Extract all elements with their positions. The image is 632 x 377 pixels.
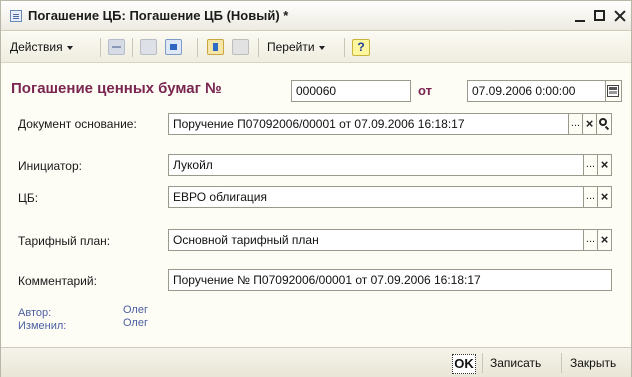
close-window-button[interactable]: [611, 7, 629, 25]
toolbar: Действия Перейти ?: [1, 32, 631, 63]
minimize-button[interactable]: [572, 7, 590, 25]
move-icon[interactable]: [108, 39, 125, 55]
title-bar[interactable]: Погашение ЦБ: Погашение ЦБ (Новый) *: [1, 1, 631, 31]
goto-menu[interactable]: Перейти: [267, 40, 325, 54]
security-field[interactable]: ЕВРО облигация: [168, 186, 584, 208]
document-heading: Погашение ценных бумаг №: [11, 80, 222, 97]
basis-open-button[interactable]: [597, 113, 612, 135]
structure-icon[interactable]: [165, 39, 182, 55]
post-document-icon[interactable]: [207, 39, 224, 55]
button-divider: [561, 353, 562, 373]
form-icon: [10, 10, 22, 22]
chevron-down-icon: [318, 45, 325, 50]
modified-value: Олег: [123, 317, 148, 329]
date-prefix: от: [418, 83, 432, 98]
maximize-button[interactable]: [591, 7, 609, 25]
ok-button[interactable]: OK: [452, 354, 476, 374]
calendar-icon: [607, 85, 619, 97]
author-label: Автор:: [18, 307, 52, 319]
bottom-bar: OK Записать Закрыть: [1, 347, 631, 377]
help-button[interactable]: ?: [352, 39, 370, 56]
number-field[interactable]: 000060: [291, 80, 411, 102]
tariff-label: Тарифный план:: [18, 234, 111, 248]
goto-menu-label: Перейти: [267, 40, 315, 54]
tariff-field[interactable]: Основной тарифный план: [168, 229, 584, 251]
basis-select-button[interactable]: ...: [569, 113, 583, 135]
initiator-clear-button[interactable]: ×: [598, 154, 612, 176]
basis-clear-button[interactable]: ×: [583, 113, 597, 135]
basis-field[interactable]: Поручение П07092006/00001 от 07.09.2006 …: [168, 113, 569, 135]
comment-label: Комментарий:: [18, 274, 97, 288]
save-button[interactable]: Записать: [490, 354, 541, 374]
chevron-down-icon: [66, 45, 73, 50]
tariff-select-button[interactable]: ...: [584, 229, 598, 251]
document-icon[interactable]: [140, 39, 157, 55]
actions-menu-label: Действия: [10, 40, 63, 54]
author-value: Олег: [123, 304, 148, 316]
initiator-select-button[interactable]: ...: [584, 154, 598, 176]
calendar-button[interactable]: [606, 80, 622, 102]
toolbar-divider: [258, 38, 259, 57]
tariff-clear-button[interactable]: ×: [598, 229, 612, 251]
security-clear-button[interactable]: ×: [598, 186, 612, 208]
document-window: Погашение ЦБ: Погашение ЦБ (Новый) * Дей…: [0, 0, 632, 377]
magnifier-icon: [599, 118, 607, 126]
date-field[interactable]: 07.09.2006 0:00:00: [467, 80, 606, 102]
toolbar-divider: [344, 38, 345, 57]
button-divider: [482, 353, 483, 373]
security-label: ЦБ:: [18, 191, 39, 205]
initiator-label: Инициатор:: [18, 159, 82, 173]
close-button[interactable]: Закрыть: [570, 354, 616, 374]
modified-label: Изменил:: [18, 320, 67, 332]
security-select-button[interactable]: ...: [584, 186, 598, 208]
initiator-field[interactable]: Лукойл: [168, 154, 584, 176]
toolbar-divider: [132, 38, 133, 57]
basis-label: Документ основание:: [18, 117, 137, 131]
toolbar-divider: [197, 38, 198, 57]
toolbar-divider: [100, 38, 101, 57]
actions-menu[interactable]: Действия: [10, 40, 73, 54]
comment-field[interactable]: Поручение № П07092006/00001 от 07.09.200…: [168, 269, 612, 291]
window-title: Погашение ЦБ: Погашение ЦБ (Новый) *: [28, 8, 289, 23]
unpost-document-icon[interactable]: [232, 39, 249, 55]
